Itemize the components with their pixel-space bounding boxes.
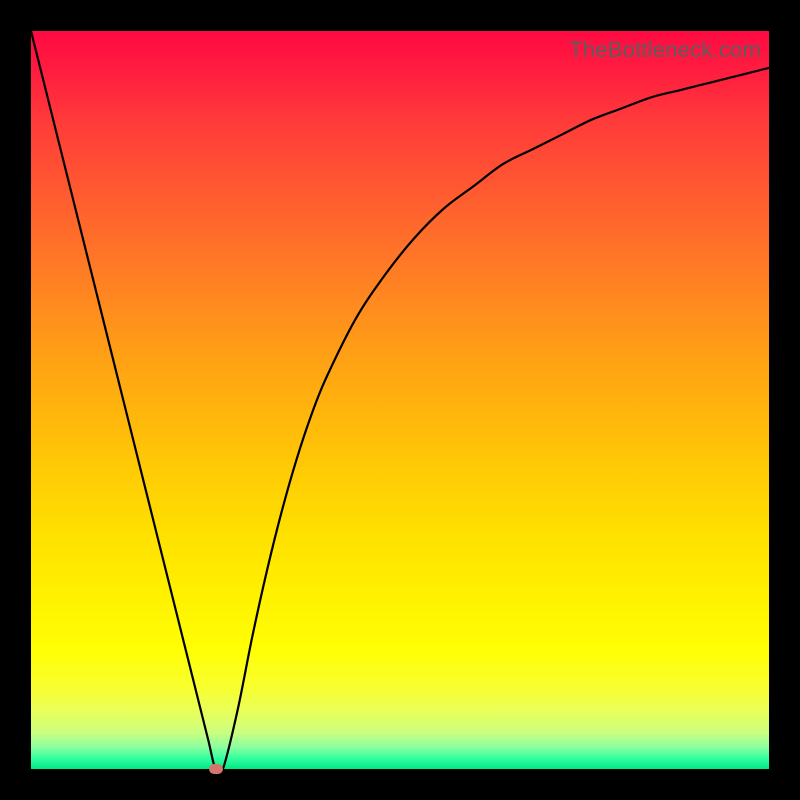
curve-layer <box>31 31 769 769</box>
bottleneck-curve <box>31 31 769 769</box>
chart-frame: TheBottleneck.com <box>0 0 800 800</box>
optimal-point-marker <box>209 764 223 774</box>
watermark-text: TheBottleneck.com <box>569 37 761 63</box>
plot-area: TheBottleneck.com <box>31 31 769 769</box>
